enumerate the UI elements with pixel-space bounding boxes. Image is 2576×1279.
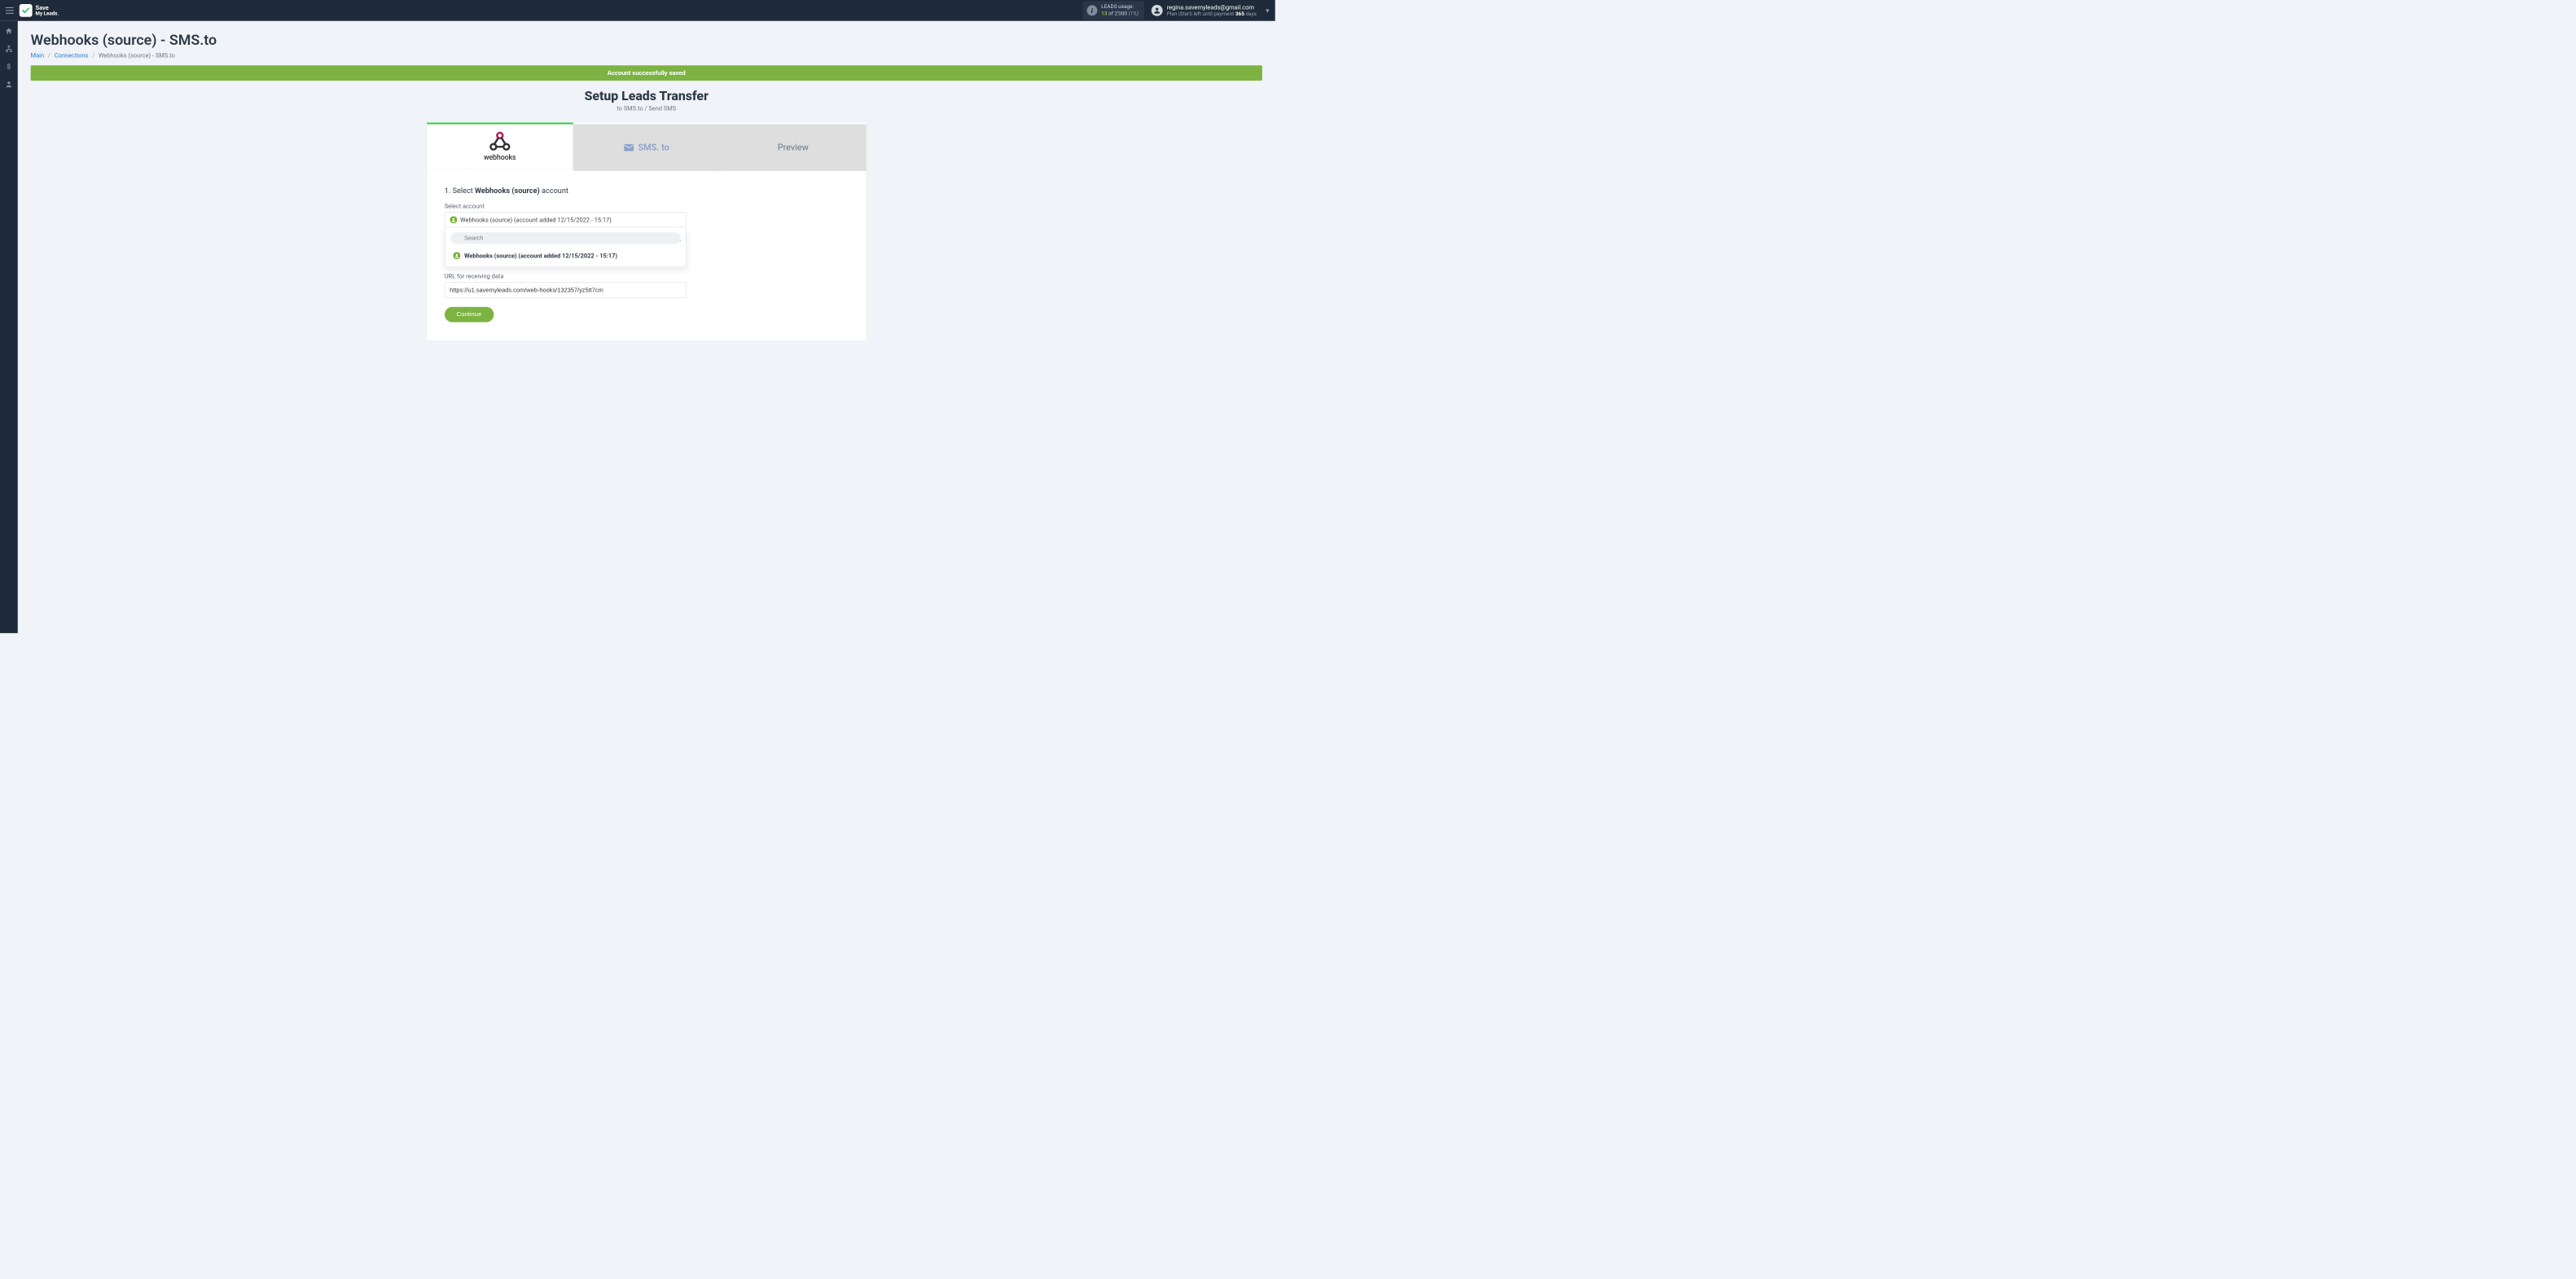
setup-subtitle: to SMS.to / Send SMS [31,105,1262,112]
breadcrumb-sep: / [48,51,50,59]
user-plan-prefix: Plan |Start| left until payment [1167,11,1235,16]
sidebar: $ [0,21,18,633]
webhooks-logo: webhooks [484,131,516,161]
tab-smsto[interactable]: SMS. to [573,124,720,170]
tab-smsto-label: SMS. to [638,143,669,152]
account-option[interactable]: Webhooks (source) (account added 12/15/2… [450,248,680,262]
dollar-icon: $ [5,63,13,71]
account-option-label: Webhooks (source) (account added 12/15/2… [464,252,617,259]
step1-title: 1. Select Webhooks (source) account [445,187,849,196]
account-circle-icon [450,216,457,223]
account-dropdown: Webhooks (source) (account added 12/15/2… [445,227,687,267]
setup-title: Setup Leads Transfer [31,88,1262,103]
user-menu[interactable]: regina.savemyleads@gmail.com Plan |Start… [1152,3,1257,17]
brand-logo-icon[interactable] [20,4,33,17]
brand-name: Save My Leads. [36,5,59,16]
topbar: Save My Leads. i LEADS usage: 13 of 2'00… [0,0,1275,21]
chevron-down-icon[interactable]: ▼ [1265,7,1270,14]
sidebar-item-account[interactable] [4,80,13,89]
breadcrumb: Main / Connections / Webhooks (source) -… [31,51,1262,59]
menu-toggle-button[interactable] [5,6,15,15]
breadcrumb-connections[interactable]: Connections [55,51,88,59]
leads-usage-count: 13 [1101,11,1107,16]
svg-text:$: $ [7,63,11,71]
tab-webhooks-label: webhooks [484,153,516,161]
breadcrumb-main[interactable]: Main [31,51,44,59]
envelope-icon [624,143,634,152]
avatar-icon [1152,5,1163,16]
tab-webhooks[interactable]: webhooks [427,122,573,169]
leads-usage-widget[interactable]: i LEADS usage: 13 of 2'000 (1%) [1082,2,1144,20]
user-plan: Plan |Start| left until payment 365 days [1167,11,1257,17]
sidebar-item-home[interactable] [4,27,13,36]
breadcrumb-current: Webhooks (source) - SMS.to [99,51,175,59]
wizard-tabs: webhooks SMS. to Preview [427,122,867,170]
user-icon [5,81,13,89]
setup-heading: Setup Leads Transfer to SMS.to / Send SM… [31,88,1262,112]
step1-bold: Webhooks (source) [475,187,540,196]
user-email: regina.savemyleads@gmail.com [1167,3,1257,11]
sidebar-item-connections[interactable] [4,44,13,53]
alert-success: Account successfully saved [31,65,1262,81]
url-label: URL for receiving data [445,273,849,280]
account-select[interactable]: Webhooks (source) (account added 12/15/2… [445,212,687,227]
leads-usage-pct: (1%) [1129,11,1139,16]
step1-prefix: Select [453,187,475,196]
select-account-label: Select account [445,202,849,209]
url-input[interactable] [445,283,687,298]
webhooks-icon [489,131,511,151]
sitemap-icon [5,45,13,53]
user-plan-days: 365 [1235,11,1244,16]
user-text: regina.savemyleads@gmail.com Plan |Start… [1167,3,1257,17]
account-circle-icon [453,252,460,259]
wizard-body: 1. Select Webhooks (source) account Sele… [427,171,867,341]
continue-button[interactable]: Continue [445,307,494,323]
breadcrumb-sep: / [92,51,94,59]
leads-usage-of: of [1108,11,1113,16]
dropdown-search-wrap [450,232,680,244]
leads-usage-label: LEADS usage: [1101,4,1139,11]
account-select-value: Webhooks (source) (account added 12/15/2… [460,216,612,223]
home-icon [5,27,13,35]
account-select-wrap: Webhooks (source) (account added 12/15/2… [445,212,687,266]
main-content: Webhooks (source) - SMS.to Main / Connec… [18,21,1275,357]
smsto-logo: SMS. to [624,143,669,152]
sidebar-item-billing[interactable]: $ [4,62,13,71]
dropdown-search-input[interactable] [450,232,680,244]
tab-preview[interactable]: Preview [720,124,867,170]
info-icon: i [1086,5,1097,15]
leads-usage-total: 2'000 [1114,11,1127,16]
user-plan-suffix: days [1244,11,1257,16]
wizard: webhooks SMS. to Preview 1. Select Webho… [427,122,867,341]
brand-line2: My Leads. [36,11,59,16]
step1-suffix: account [540,187,568,196]
step1-number: 1. [445,187,453,196]
page-title: Webhooks (source) - SMS.to [31,32,1262,49]
tab-preview-label: Preview [778,143,809,152]
leads-usage-text: LEADS usage: 13 of 2'000 (1%) [1101,4,1139,18]
